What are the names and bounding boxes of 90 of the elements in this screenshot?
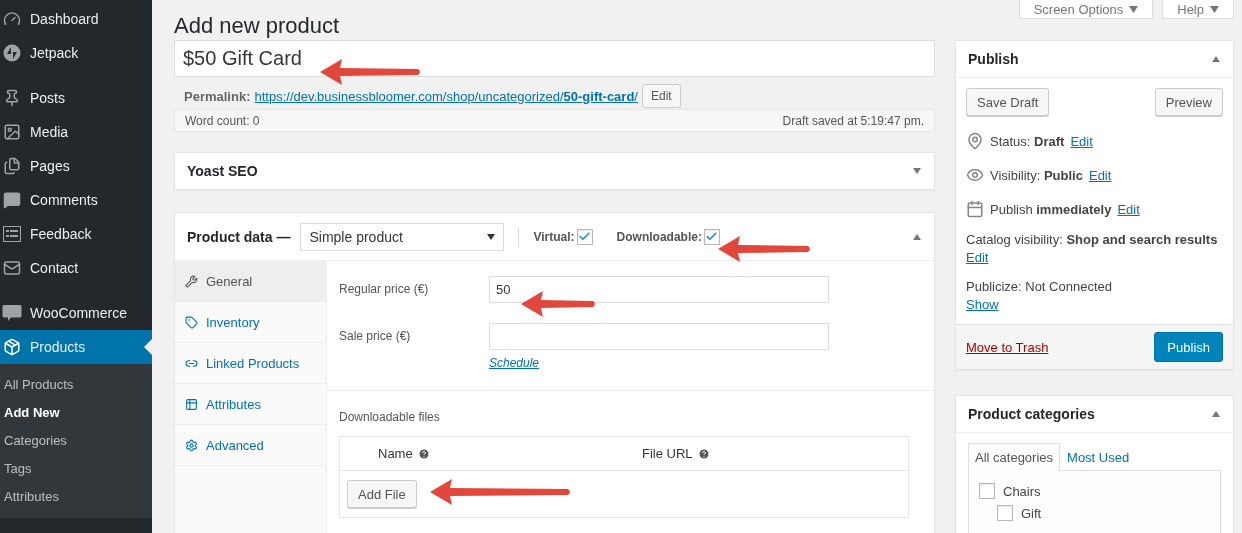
toggle-caret-icon[interactable] — [912, 167, 922, 175]
category-label: Gift — [1021, 505, 1042, 521]
screen-tab-button[interactable]: Help — [1162, 0, 1234, 19]
menu-item[interactable]: Contact — [0, 251, 152, 285]
menu-item[interactable]: Posts — [0, 81, 152, 115]
publish-info-text: Visibility: Public — [990, 167, 1083, 183]
toggle-caret-icon[interactable] — [1211, 55, 1221, 63]
preview-button[interactable]: Preview — [1154, 88, 1223, 116]
menu-item[interactable]: Media — [0, 115, 152, 149]
panel-title: Product data — — [187, 228, 291, 245]
speech-bubble-icon — [2, 303, 22, 323]
panel-title: Product categories — [968, 406, 1095, 422]
checkbox-label: Downloadable: — [616, 229, 702, 244]
draft-saved-text: Draft saved at 5:19:47 pm. — [782, 113, 924, 128]
help-icon[interactable] — [417, 447, 430, 460]
permalink-link[interactable]: https://dev.businessbloomer.com/shop/uncategorized/50-gift-card/ — [254, 88, 638, 104]
schedule-link[interactable]: Schedule — [489, 356, 540, 370]
section-label: Downloadable files — [339, 409, 441, 426]
column-header: Name — [378, 446, 413, 461]
caret-icon — [487, 233, 496, 240]
help-icon[interactable] — [697, 447, 710, 460]
category-tab[interactable]: All categories — [968, 443, 1061, 471]
checkbox[interactable] — [703, 228, 720, 245]
submenu-item[interactable]: All Products — [0, 371, 152, 399]
submenu-item[interactable]: Tags — [0, 455, 152, 483]
publish-info-text: Publish immediately — [990, 201, 1112, 217]
pages-icon — [2, 156, 22, 176]
toggle-caret-icon[interactable] — [912, 232, 922, 241]
field-label: Sale price (€) — [339, 328, 412, 345]
screen-tab-button[interactable]: Screen Options — [1018, 0, 1154, 19]
field-label: Regular price (€) — [339, 281, 430, 298]
menu-item[interactable]: Dashboard — [0, 2, 152, 36]
edit-link[interactable]: Edit — [1088, 167, 1112, 183]
publish-info-text: Catalog visibility: Shop and search results — [966, 232, 1218, 247]
edit-link[interactable]: Edit — [1117, 201, 1140, 217]
menu-item[interactable]: WooCommerce — [0, 296, 152, 330]
move-to-trash-link[interactable]: Move to Trash — [966, 339, 1049, 355]
column-header: File URL — [642, 446, 693, 461]
menu-item[interactable]: Jetpack — [0, 36, 152, 70]
menu-item[interactable]: Comments — [0, 183, 152, 217]
edit-link[interactable]: Edit — [1070, 133, 1093, 149]
category-tab[interactable]: Most Used — [1060, 443, 1137, 471]
word-count: Word count: 0 — [185, 113, 260, 128]
save-draft-button[interactable]: Save Draft — [966, 88, 1050, 116]
checkbox[interactable] — [979, 483, 995, 499]
submenu-item[interactable]: Attributes — [0, 483, 152, 511]
product-data-tab[interactable]: Linked Products — [175, 343, 326, 384]
product-data-tab[interactable]: Advanced — [175, 425, 326, 466]
media-icon — [2, 122, 22, 142]
caret-icon — [1210, 5, 1219, 13]
product-title-field[interactable]: $50 Gift Card — [174, 40, 935, 77]
submenu-item[interactable]: Categories — [0, 427, 152, 455]
speech-bubble-icon — [2, 190, 22, 210]
add-file-button[interactable]: Add File — [347, 480, 417, 508]
menu-item[interactable]: Pages — [0, 149, 152, 183]
product-type-select[interactable]: Simple product — [300, 222, 505, 251]
toggle-caret-icon[interactable] — [1211, 410, 1221, 418]
menu-item[interactable]: Products — [0, 330, 152, 364]
category-label: Chairs — [1003, 483, 1041, 499]
eye-icon — [966, 166, 984, 184]
pin-icon — [966, 132, 984, 150]
menu-item[interactable]: Feedback — [0, 217, 152, 251]
price-field[interactable]: 50 — [489, 276, 829, 303]
tag-icon — [185, 315, 198, 329]
checkbox[interactable] — [997, 505, 1013, 521]
edit-link[interactable]: Show — [966, 297, 999, 312]
product-data-tab[interactable]: Attributes — [175, 384, 326, 425]
panel-title: Yoast SEO — [187, 163, 258, 179]
page-title: Add new product — [174, 12, 340, 40]
panel-title: Publish — [968, 51, 1019, 67]
edit-link[interactable]: Edit — [966, 250, 989, 265]
checkbox-label: Virtual: — [533, 229, 575, 244]
publish-info-text: Publicize: Not Connected — [966, 279, 1112, 294]
envelope-icon — [2, 258, 22, 278]
box-icon — [2, 337, 22, 357]
submenu-item[interactable]: Add New — [0, 399, 152, 427]
calendar-icon — [966, 200, 984, 218]
form-icon — [2, 224, 22, 244]
wrench-icon — [185, 274, 198, 288]
edit-button[interactable]: Edit — [641, 84, 681, 108]
product-data-tab[interactable]: General — [175, 261, 326, 302]
caret-icon — [1129, 5, 1139, 13]
gear-icon — [185, 438, 198, 452]
price-field[interactable] — [489, 323, 829, 350]
publish-info-text: Status: Draft — [990, 133, 1065, 149]
checkbox[interactable] — [576, 228, 593, 245]
publish-button[interactable]: Publish — [1154, 332, 1223, 362]
product-data-tab[interactable]: Inventory — [175, 302, 326, 343]
permalink-label: Permalink: — [184, 88, 251, 104]
table-icon — [185, 397, 198, 411]
